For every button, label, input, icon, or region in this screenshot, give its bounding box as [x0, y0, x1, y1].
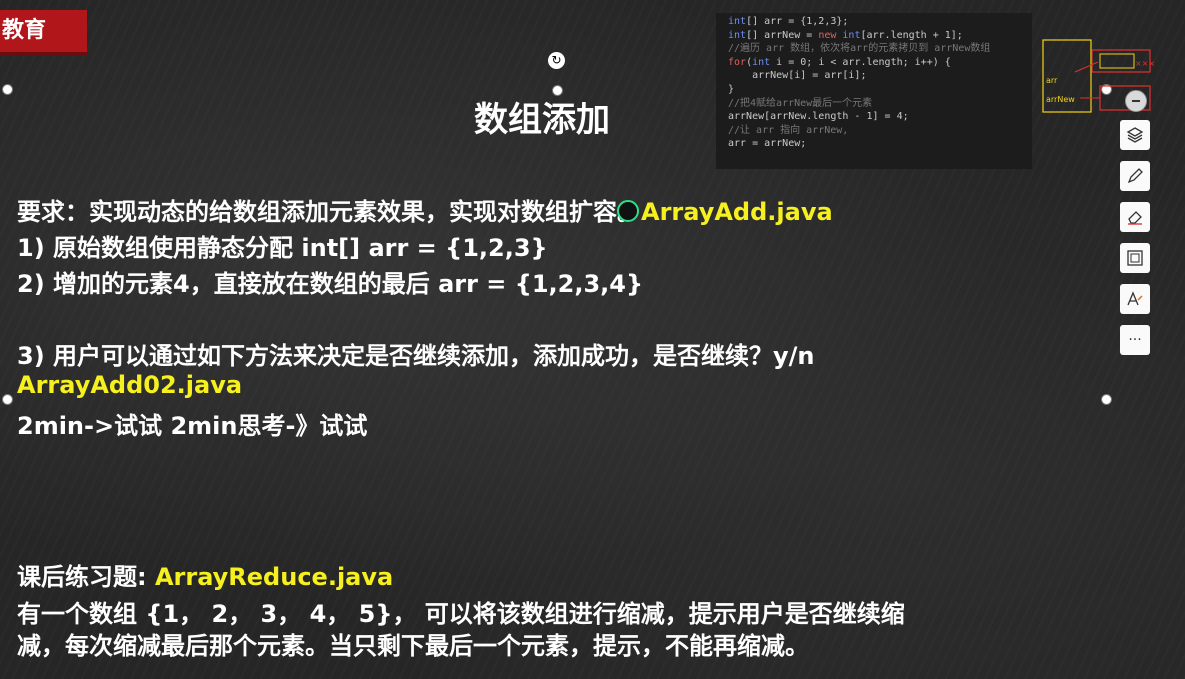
- requirement-text: 要求：实现动态的给数组添加元素效果，实现对数组扩容。: [17, 198, 641, 226]
- exercise-heading: 课后练习题: ArrayReduce.java: [17, 557, 393, 592]
- item-2: 2) 增加的元素4，直接放在数组的最后 arr = {1,2,3,4}: [17, 270, 644, 298]
- exercise-line-1: 有一个数组 {1， 2， 3， 4， 5}， 可以将该数组进行缩减，提示用户是否…: [17, 600, 905, 628]
- text-style-icon[interactable]: [1120, 284, 1150, 314]
- requirement-file: ArrayAdd.java: [641, 198, 833, 226]
- annotation-toolbar: ···: [1120, 120, 1152, 366]
- exercise-label: 课后练习题:: [17, 563, 155, 591]
- sketch-mark: ×××: [1135, 59, 1155, 68]
- sketch-label-arrnew: arrNew: [1046, 95, 1075, 104]
- exercise-line-2: 减，每次缩减最后那个元素。当只剩下最后一个元素，提示，不能再缩减。: [17, 632, 809, 660]
- eraser-icon[interactable]: [1120, 202, 1150, 232]
- more-icon[interactable]: ···: [1120, 325, 1150, 355]
- frame-icon[interactable]: [1120, 243, 1150, 273]
- item-3-file: ArrayAdd02.java: [17, 371, 243, 399]
- rotate-handle-icon[interactable]: ↻: [548, 52, 565, 69]
- more-label: ···: [1128, 332, 1142, 348]
- code-snippet: int[] arr = {1,2,3}; int[] arrNew = new …: [716, 13, 1032, 169]
- item-3: 3) 用户可以通过如下方法来决定是否继续添加，添加成功，是否继续？y/n: [17, 342, 815, 370]
- minus-icon[interactable]: [1125, 90, 1147, 112]
- requirement-line: 要求：实现动态的给数组添加元素效果，实现对数组扩容。ArrayAdd.java: [17, 192, 833, 227]
- pen-icon[interactable]: [1120, 161, 1150, 191]
- layers-icon[interactable]: [1120, 120, 1150, 150]
- selection-handle-left-mid[interactable]: [2, 394, 13, 405]
- exercise-file: ArrayReduce.java: [154, 563, 394, 591]
- item-1: 1) 原始数组使用静态分配 int[] arr = {1,2,3}: [17, 234, 548, 262]
- logo-text: 教育: [2, 18, 47, 43]
- selection-handle-right-mid[interactable]: [1101, 394, 1112, 405]
- sketch-label-arr: arr: [1046, 76, 1058, 85]
- slide-title: 数组添加: [474, 100, 610, 140]
- timing-text: 2min->试试 2min思考-》试试: [17, 412, 368, 440]
- cursor-icon: [617, 200, 639, 222]
- logo-badge: 教育: [0, 10, 87, 55]
- selection-handle-left[interactable]: [2, 84, 13, 95]
